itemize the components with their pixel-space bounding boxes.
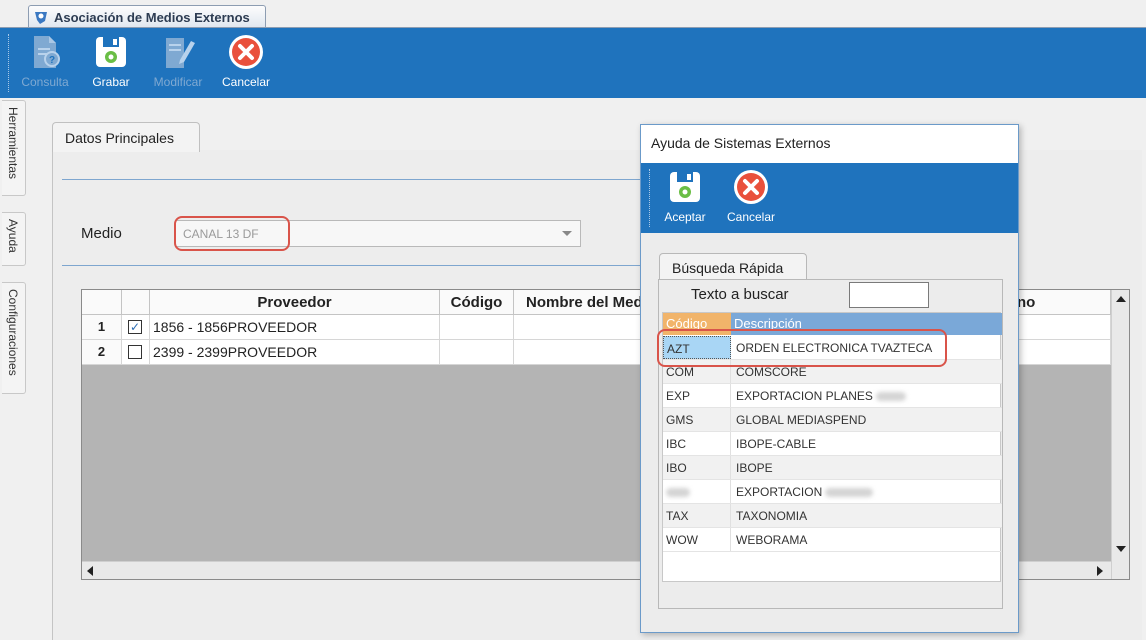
search-label: Texto a buscar [691, 286, 789, 303]
list-item[interactable]: EXP EXPORTACION PLANES [663, 384, 1002, 408]
list-item-code: TAX [663, 504, 731, 527]
redacted-text [875, 392, 906, 402]
window-tab[interactable]: Asociación de Medios Externos [28, 5, 266, 28]
cancel-icon [734, 170, 768, 204]
cell-codigo[interactable] [440, 340, 514, 365]
document-query-icon: ? [34, 36, 60, 68]
cell-proveedor[interactable]: 2399 - 2399PROVEEDOR [150, 340, 440, 365]
list-item-desc: IBOPE [736, 461, 773, 475]
sidebar-tab-herramientas[interactable]: Herramientas [2, 100, 26, 196]
chevron-down-icon [562, 231, 572, 236]
svg-text:?: ? [49, 55, 55, 66]
list-item[interactable]: IBO IBOPE [663, 456, 1002, 480]
sidebar-tab-label: Configuraciones [6, 289, 20, 376]
dialog-cancelar-button[interactable]: Cancelar [721, 167, 781, 224]
dialog-title: Ayuda de Sistemas Externos [641, 125, 1018, 163]
tab-busqueda-rapida[interactable]: Búsqueda Rápida [659, 253, 807, 281]
list-item-code: EXP [663, 384, 731, 407]
annotation-highlight [657, 329, 947, 367]
cancelar-label: Cancelar [221, 75, 271, 89]
grabar-label: Grabar [92, 75, 130, 89]
list-item[interactable]: GMS GLOBAL MEDIASPEND [663, 408, 1002, 432]
row-checkbox-checked[interactable]: ✓ [128, 320, 142, 334]
list-item-desc: IBOPE-CABLE [736, 437, 817, 451]
list-item-code: IBC [663, 432, 731, 455]
list-item-desc: WEBORAMA [736, 533, 808, 547]
modificar-button[interactable]: Modificar [148, 32, 208, 89]
cancelar-button[interactable]: Cancelar [216, 32, 276, 89]
cell-codigo[interactable] [440, 315, 514, 340]
list-item[interactable]: EXPORTACION [663, 480, 1002, 504]
edit-document-icon [166, 38, 195, 68]
row-checkbox-cell[interactable]: ✓ [122, 315, 150, 340]
cancelar-label: Cancelar [726, 210, 776, 224]
consulta-label: Consulta [21, 75, 69, 89]
list-item[interactable]: TAX TAXONOMIA [663, 504, 1002, 528]
annotation-highlight [174, 216, 290, 251]
grid-header-codigo[interactable]: Código [440, 290, 514, 315]
app-logo-icon [35, 12, 47, 24]
sidebar-tab-ayuda[interactable]: Ayuda [2, 212, 26, 266]
tab-label: Datos Principales [65, 130, 174, 146]
list-item-code: WOW [663, 528, 731, 551]
grid-header-rownum [82, 290, 122, 315]
list-item-code-wrap [663, 480, 731, 503]
list-item-desc: TAXONOMIA [736, 509, 808, 523]
floppy-disk-icon [670, 172, 700, 202]
list-item-desc-wrap: EXPORTACION [733, 480, 874, 503]
scroll-left-icon[interactable] [87, 566, 93, 576]
main-toolbar: ? Consulta Grabar Modificar Cancelar [0, 28, 1146, 98]
sidebar-tab-label: Herramientas [6, 107, 20, 180]
section-divider [62, 179, 642, 180]
list-item-desc-wrap: EXPORTACION PLANES [733, 384, 906, 407]
row-number: 1 [82, 315, 122, 340]
aceptar-label: Aceptar [664, 210, 706, 224]
list-item-code: IBO [663, 456, 731, 479]
tab-label: Búsqueda Rápida [672, 260, 784, 276]
list-item[interactable]: IBC IBOPE-CABLE [663, 432, 1002, 456]
search-input[interactable] [849, 282, 929, 308]
redacted-text [666, 488, 690, 498]
toolbar-separator [649, 169, 652, 227]
dialog-toolbar: Aceptar Cancelar [641, 163, 1018, 233]
grid-header-proveedor[interactable]: Proveedor [150, 290, 440, 315]
sidebar-tab-label: Ayuda [6, 219, 20, 253]
scroll-right-icon[interactable] [1097, 566, 1103, 576]
scroll-down-icon[interactable] [1116, 546, 1126, 552]
toolbar-separator [8, 34, 11, 92]
list-item-desc: EXPORTACION [736, 485, 823, 499]
list-item-desc: EXPORTACION PLANES [736, 389, 873, 403]
sidebar-tab-configuraciones[interactable]: Configuraciones [2, 282, 26, 394]
row-checkbox-unchecked[interactable] [128, 345, 142, 359]
cancel-icon [229, 35, 263, 69]
vertical-scrollbar[interactable] [1111, 290, 1129, 579]
row-number: 2 [82, 340, 122, 365]
consulta-button[interactable]: ? Consulta [15, 32, 75, 89]
list-item[interactable]: WOW WEBORAMA [663, 528, 1002, 552]
window-title: Asociación de Medios Externos [54, 9, 250, 25]
scroll-up-icon[interactable] [1116, 296, 1126, 302]
floppy-disk-icon [96, 37, 126, 67]
section-divider [62, 265, 642, 266]
medio-label: Medio [81, 225, 122, 242]
cell-proveedor[interactable]: 1856 - 1856PROVEEDOR [150, 315, 440, 340]
aceptar-button[interactable]: Aceptar [655, 167, 715, 224]
list-item-desc: GLOBAL MEDIASPEND [736, 413, 867, 427]
list-item-code: GMS [663, 408, 731, 431]
modificar-label: Modificar [153, 75, 203, 89]
ayuda-dialog: Ayuda de Sistemas Externos Aceptar Cance… [640, 124, 1019, 633]
redacted-text [825, 488, 874, 498]
tab-datos-principales[interactable]: Datos Principales [52, 122, 200, 152]
row-checkbox-cell[interactable] [122, 340, 150, 365]
grid-header-check [122, 290, 150, 315]
grabar-button[interactable]: Grabar [81, 32, 141, 89]
